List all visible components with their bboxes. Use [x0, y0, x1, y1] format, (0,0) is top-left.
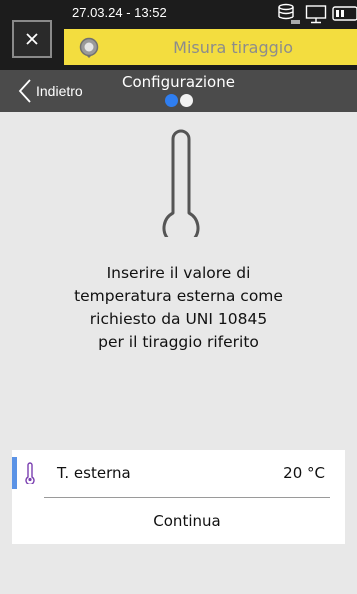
- top-bar: 27.03.24 - 13:52 Misura tiraggio: [0, 0, 357, 70]
- app-title: Misura tiraggio: [173, 38, 293, 57]
- page-indicator: [165, 94, 193, 107]
- nav-bar: Indietro Configurazione: [0, 70, 357, 112]
- instruction-line: richiesto da UNI 10845: [89, 310, 268, 328]
- temperature-value: 20 °C: [283, 464, 325, 482]
- temperature-row[interactable]: T. esterna 20 °C: [12, 450, 345, 496]
- temperature-label: T. esterna: [57, 464, 131, 482]
- app-gauge-icon: [79, 37, 99, 58]
- page-title: Configurazione: [122, 73, 235, 91]
- input-panel: T. esterna 20 °C Continua: [12, 450, 345, 544]
- page-dot-inactive: [180, 94, 193, 107]
- storage-icon: [278, 3, 300, 24]
- page-dot-active: [165, 94, 178, 107]
- close-icon: [26, 33, 38, 45]
- instruction-text: Inserire il valore di temperatura estern…: [40, 262, 317, 354]
- thermometer-icon: [162, 129, 200, 237]
- thermometer-small-icon: [25, 462, 35, 484]
- monitor-icon: [305, 5, 327, 24]
- close-button[interactable]: [12, 20, 52, 58]
- instruction-line: temperatura esterna come: [74, 287, 283, 305]
- status-icons: [277, 3, 357, 25]
- instruction-line: per il tiraggio riferito: [98, 333, 259, 351]
- continue-button[interactable]: Continua: [44, 502, 330, 540]
- instruction-line: Inserire il valore di: [106, 264, 251, 282]
- battery-icon: [332, 6, 357, 21]
- row-selection-indicator: [12, 457, 17, 489]
- datetime: 27.03.24 - 13:52: [72, 5, 167, 20]
- divider: [44, 497, 330, 498]
